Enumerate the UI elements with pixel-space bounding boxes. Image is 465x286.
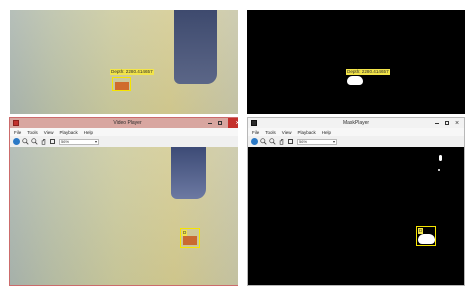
menu-playback[interactable]: Playback	[297, 130, 315, 135]
maximize-icon	[445, 121, 449, 125]
menu-file[interactable]: File	[14, 130, 21, 135]
menu-view[interactable]: View	[282, 130, 292, 135]
menu-help[interactable]: Help	[84, 130, 93, 135]
mask-speck	[438, 169, 440, 171]
zoom-in-icon	[260, 138, 267, 145]
window-title: MaskPlayer	[342, 120, 370, 126]
pan-button[interactable]	[278, 138, 285, 145]
hand-icon	[41, 139, 46, 145]
zoom-out-icon	[31, 138, 38, 145]
vertical-separator	[238, 0, 247, 286]
play-button[interactable]	[251, 138, 258, 145]
menu-file[interactable]: File	[252, 130, 259, 135]
mask-player-content: D	[248, 147, 464, 285]
depth-label: Depth: 2280.414657	[110, 69, 154, 75]
zoom-out-button[interactable]	[269, 138, 276, 145]
fit-icon	[50, 139, 55, 144]
zoom-out-button[interactable]	[31, 138, 38, 145]
top-left-video-pane: Depth: 2280.414657	[10, 10, 238, 120]
mask-blob	[347, 76, 363, 85]
video-player-content: D	[10, 147, 245, 285]
mask-player-window: MaskPlayer × File Tools View Playback He…	[247, 117, 465, 286]
maximize-button[interactable]	[444, 120, 450, 126]
minimize-button[interactable]	[434, 120, 440, 126]
toolbar: 56% ▾	[248, 136, 464, 147]
video-player-titlebar: Video Player ×	[10, 118, 247, 128]
mask-player-titlebar: MaskPlayer ×	[248, 118, 464, 128]
menu-playback[interactable]: Playback	[59, 130, 77, 135]
zoom-in-icon	[22, 138, 29, 145]
video-player-window: Video Player × File Tools View Playback …	[9, 117, 247, 286]
horizontal-separator	[0, 114, 465, 117]
depth-label: D	[182, 230, 188, 236]
detected-object	[183, 236, 197, 245]
menu-bar: File Tools View Playback Help	[248, 128, 464, 136]
person-shirt-region	[174, 10, 217, 84]
person-shirt-region	[171, 147, 206, 199]
minimize-icon	[435, 122, 439, 124]
detected-object	[115, 82, 129, 90]
chevron-down-icon: ▾	[332, 139, 335, 144]
menu-bar: File Tools View Playback Help	[10, 128, 245, 136]
zoom-out-icon	[269, 138, 276, 145]
zoom-select[interactable]: 56% ▾	[297, 138, 337, 145]
zoom-select[interactable]: 56% ▾	[59, 138, 99, 145]
menu-tools[interactable]: Tools	[27, 130, 38, 135]
detection-box: D	[180, 228, 200, 248]
zoom-value: 56%	[61, 139, 70, 144]
close-icon: ×	[454, 119, 460, 127]
detection-box	[112, 77, 131, 91]
zoom-in-button[interactable]	[22, 138, 29, 145]
depth-label: Depth: 2280.414657	[346, 69, 390, 75]
app-icon	[251, 120, 257, 126]
minimize-button[interactable]	[207, 120, 213, 126]
app-icon	[13, 120, 19, 126]
menu-help[interactable]: Help	[322, 130, 331, 135]
chevron-down-icon: ▾	[94, 139, 97, 144]
detection-box: D	[416, 226, 436, 246]
toolbar: 56% ▾	[10, 136, 245, 147]
menu-tools[interactable]: Tools	[265, 130, 276, 135]
fit-icon	[288, 139, 293, 144]
top-right-mask-pane: Depth: 2280.414657	[247, 10, 465, 120]
minimize-icon	[208, 122, 212, 124]
mask-blob	[418, 234, 435, 244]
hand-icon	[279, 139, 284, 145]
close-button[interactable]: ×	[454, 119, 460, 127]
zoom-value: 56%	[299, 139, 308, 144]
fit-button[interactable]	[287, 138, 294, 145]
maximize-button[interactable]	[217, 120, 223, 126]
menu-view[interactable]: View	[44, 130, 54, 135]
maximize-icon	[218, 121, 222, 125]
zoom-in-button[interactable]	[260, 138, 267, 145]
play-button[interactable]	[13, 138, 20, 145]
pan-button[interactable]	[40, 138, 47, 145]
fit-button[interactable]	[49, 138, 56, 145]
mask-speck	[439, 155, 442, 161]
